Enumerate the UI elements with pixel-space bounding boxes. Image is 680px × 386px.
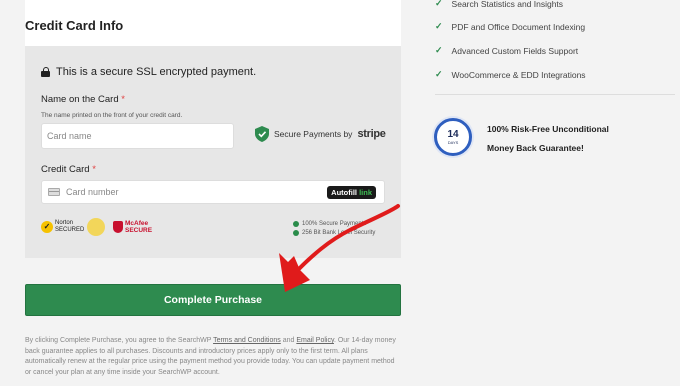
norton-logo: ✓ Norton SECURED <box>41 220 84 234</box>
mcafee-shield-icon <box>113 221 123 233</box>
card-info-header: Credit Card Info <box>25 0 401 46</box>
required-mark: * <box>121 94 125 105</box>
money-back-guarantee: 14 DAYS 100% Risk-Free Unconditional Mon… <box>434 118 609 156</box>
check-icon: ✓ <box>435 21 443 31</box>
section-title: Credit Card Info <box>25 18 124 33</box>
secure-payments-by-stripe: Secure Payments by stripe <box>255 126 386 142</box>
feature-item: ✓ WooCommerce & EDD Integrations <box>435 69 586 80</box>
trust-badges: ✓ Norton SECURED McAfee SECURE <box>41 218 153 236</box>
money-back-badge-icon: 14 DAYS <box>434 118 472 156</box>
check-icon: ✓ <box>435 45 443 55</box>
credit-card-icon <box>48 188 60 196</box>
card-name-input[interactable]: Card name <box>41 123 234 149</box>
check-icon: ✓ <box>435 69 443 79</box>
credit-card-label: Credit Card * <box>41 164 96 175</box>
terms-text: By clicking Complete Purchase, you agree… <box>25 337 396 376</box>
check-icon <box>293 230 299 236</box>
payment-card: This is a secure SSL encrypted payment. … <box>25 46 401 258</box>
stripe-logo: stripe <box>357 128 386 140</box>
norton-check-icon: ✓ <box>41 221 53 233</box>
feature-item: ✓ Search Statistics and Insights <box>435 0 564 9</box>
name-hint: The name printed on the front of your cr… <box>41 112 183 119</box>
feature-item: ✓ Advanced Custom Fields Support <box>435 45 579 56</box>
guarantee-text: 100% Risk-Free Unconditional Money Back … <box>487 124 609 153</box>
terms-link[interactable]: Terms and Conditions <box>213 337 281 344</box>
secure-text: This is a secure SSL encrypted payment. <box>56 66 257 78</box>
mcafee-logo: McAfee SECURE <box>113 220 153 234</box>
name-label: Name on the Card * <box>41 94 125 105</box>
card-number-input[interactable]: Card number Autofill link <box>41 180 385 204</box>
shield-check-icon <box>255 126 269 142</box>
secure-notice: This is a secure SSL encrypted payment. <box>41 66 256 78</box>
check-icon: ✓ <box>435 0 443 8</box>
complete-purchase-button[interactable]: Complete Purchase <box>25 284 401 316</box>
email-policy-link[interactable]: Email Policy <box>296 337 334 344</box>
secure-payments-note: 100% Secure Payments <box>293 221 366 227</box>
check-icon <box>293 221 299 227</box>
divider <box>435 94 675 95</box>
autofill-link-button[interactable]: Autofill link <box>327 186 376 199</box>
feature-item: ✓ PDF and Office Document Indexing <box>435 21 586 32</box>
trust-seal-icon <box>87 218 105 236</box>
lock-icon <box>41 67 50 77</box>
bank-security-note: 256 Bit Bank Level Security <box>293 230 375 236</box>
